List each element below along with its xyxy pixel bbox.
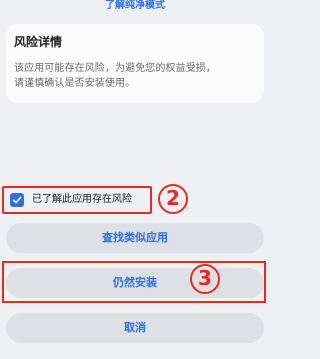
install-anyway-button[interactable]: 仍然安装: [6, 268, 264, 298]
checkmark-icon: [12, 196, 22, 204]
step-3-annotation: 3: [190, 264, 220, 294]
risk-acknowledge-checkbox[interactable]: [10, 193, 24, 207]
risk-description-line-1: 该应用可能存在风险，为避免您的权益受损，: [14, 63, 216, 74]
risk-details-card: 风险详情 该应用可能存在风险，为避免您的权益受损， 请谨慎确认是否安装使用。: [6, 24, 264, 103]
learn-pure-mode-link[interactable]: 了解纯净模式: [0, 0, 270, 14]
step-2-annotation: 2: [158, 184, 188, 214]
risk-acknowledge-checkbox-row[interactable]: 已了解此应用存在风险: [2, 186, 152, 214]
cancel-button[interactable]: 取消: [6, 313, 264, 343]
risk-details-title: 风险详情: [14, 35, 63, 49]
risk-description-line-2: 请谨慎确认是否安装使用。: [14, 78, 136, 89]
risk-acknowledge-label: 已了解此应用存在风险: [32, 194, 132, 205]
risk-details-description: 该应用可能存在风险，为避免您的权益受损， 请谨慎确认是否安装使用。: [14, 61, 256, 91]
find-similar-apps-button[interactable]: 查找类似应用: [6, 223, 264, 253]
